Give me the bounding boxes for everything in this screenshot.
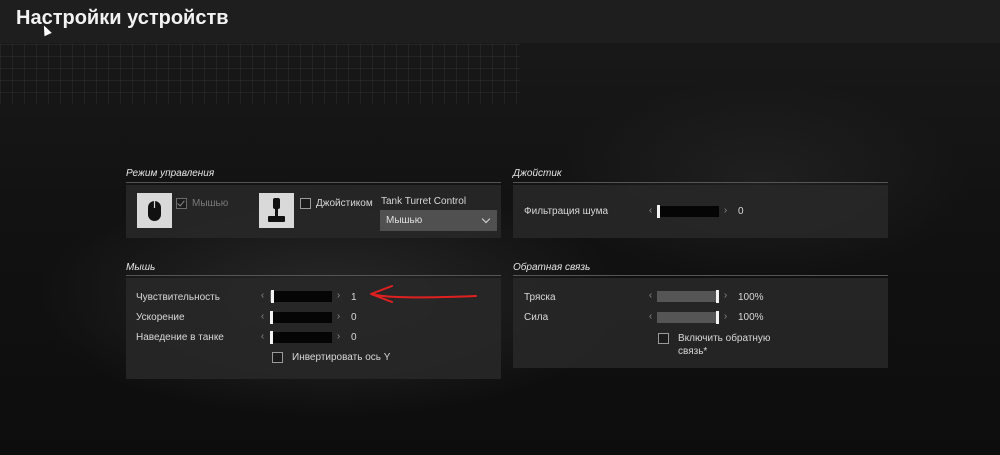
- annotation-arrow-icon: [370, 285, 477, 303]
